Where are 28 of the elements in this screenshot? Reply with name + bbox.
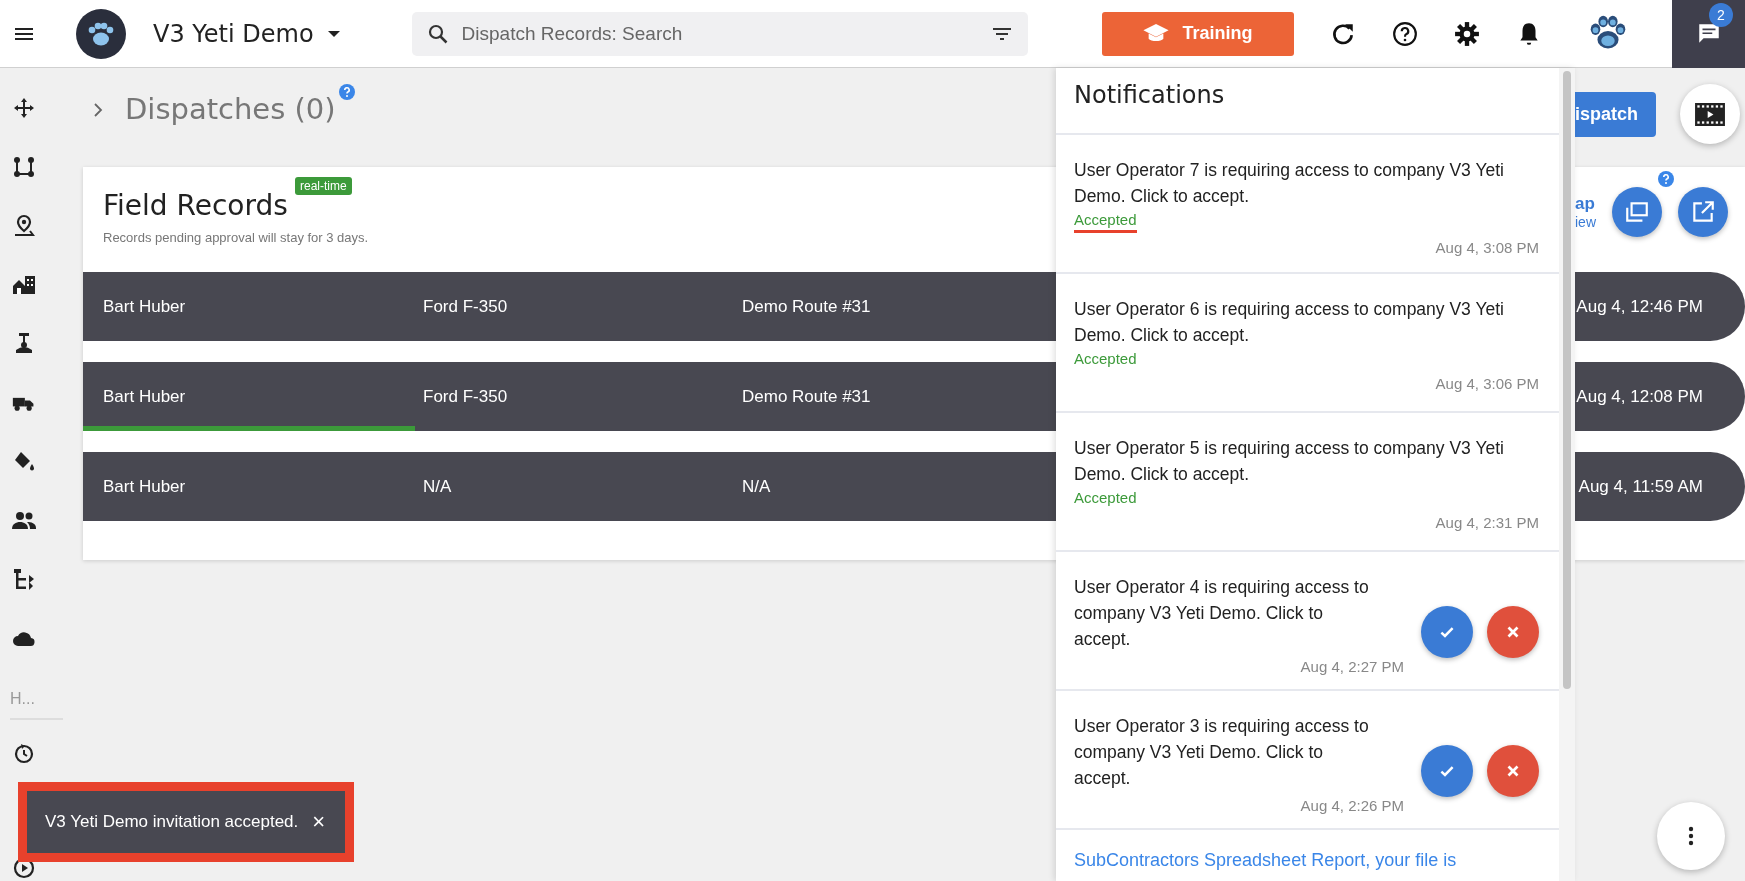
notification-time: Aug 4, 2:27 PM xyxy=(1300,658,1404,675)
notification-text: User Operator 4 is requiring access to company V3 Yeti Demo. Click to accept. xyxy=(1074,576,1370,651)
notification-text: User Operator 7 is requiring access to company V3 Yeti Demo. Click to accept. xyxy=(1074,159,1505,208)
time-cell-text: Aug 4, 12:46 PM xyxy=(1576,296,1704,317)
real-time-badge: real-time xyxy=(295,177,352,195)
accepted-status: Accepted xyxy=(1074,489,1137,508)
route-cell-text: Demo Route #31 xyxy=(742,386,872,407)
toast-message: V3 Yeti Demo invitation accepted. xyxy=(45,812,299,832)
vehicle-cell-text: Ford F-350 xyxy=(423,386,509,407)
unread-count-badge: 2 xyxy=(1709,2,1733,27)
notification-text: User Operator 3 is requiring access to company V3 Yeti Demo. Click to accept. xyxy=(1074,715,1370,790)
notification-time: Aug 4, 3:08 PM xyxy=(1435,239,1539,256)
accepted-status: Accepted xyxy=(1074,211,1137,233)
driver-cell-text: Bart Huber xyxy=(102,476,187,497)
route-cell-text: Demo Route #31 xyxy=(742,296,872,317)
driver-cell-text: Bart Huber xyxy=(102,386,187,407)
driver-cell-text: Bart Huber xyxy=(102,296,187,317)
sidebar-section-label: H... xyxy=(10,690,63,720)
card-title: Field Records xyxy=(103,189,289,222)
vehicle-cell-text: N/A xyxy=(423,476,453,497)
route-cell-text: N/A xyxy=(742,476,772,497)
page-title: Dispatches (0) xyxy=(125,92,336,126)
notification-time: Aug 4, 2:26 PM xyxy=(1300,797,1404,814)
notification-time: Aug 4, 3:06 PM xyxy=(1435,375,1539,392)
card-subtitle: Records pending approval will stay for 3 days. xyxy=(103,230,369,245)
vehicle-cell-text: Ford F-350 xyxy=(423,296,509,317)
time-cell-text: Aug 4, 11:59 AM xyxy=(1578,476,1704,497)
time-cell-text: Aug 4, 12:08 PM xyxy=(1576,386,1704,407)
